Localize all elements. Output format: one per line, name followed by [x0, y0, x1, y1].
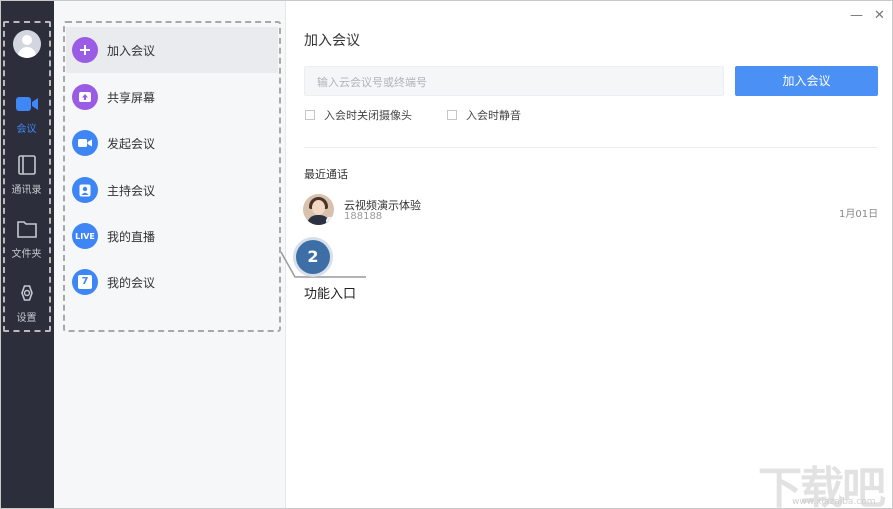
watermark-url: www.xiazaiba.com: [792, 497, 876, 507]
annotation-connector: [280, 251, 366, 278]
annotation-badge: 2: [296, 240, 330, 274]
annotation-label: 功能入口: [304, 287, 357, 302]
